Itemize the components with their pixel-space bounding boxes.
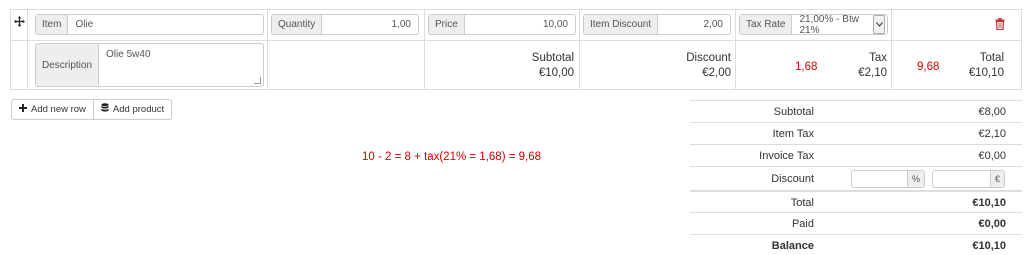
total-annotation: 9,68 <box>917 61 940 73</box>
calculation-note: 10 - 2 = 8 + tax(21% = 1,68) = 9,68 <box>362 151 542 163</box>
item-discount-label: Item Discount <box>584 15 659 34</box>
line-subtotal-value: €10,00 <box>538 67 574 79</box>
item-discount-group: Item Discount 2,00 <box>583 14 731 35</box>
totals-balance-label: Balance <box>771 240 814 252</box>
totals-invoice-tax-row: Invoice Tax €0,00 <box>690 144 1022 167</box>
add-new-row-button[interactable]: Add new row <box>12 100 93 119</box>
totals-invoice-tax-label: Invoice Tax <box>759 150 814 162</box>
tax-annotation: 1,68 <box>795 61 818 73</box>
totals-paid-row: Paid €0,00 <box>690 212 1022 235</box>
item-name-label: Item <box>36 15 69 34</box>
totals-subtotal-row: Subtotal €8,00 <box>690 100 1022 123</box>
column-divider <box>27 10 28 89</box>
line-total-label: Total <box>979 52 1004 64</box>
chevron-down-icon[interactable] <box>873 15 885 34</box>
totals-discount-row: Discount % € <box>690 166 1022 191</box>
tax-rate-group: Tax Rate 21,00% - Btw 21% <box>739 14 888 35</box>
totals-balance-value: €10,10 <box>972 240 1006 252</box>
description-text: Olie 5w40 <box>106 49 151 60</box>
price-group: Price 10,00 <box>428 14 576 35</box>
price-input[interactable]: 10,00 <box>465 15 575 34</box>
column-divider <box>424 10 425 89</box>
quantity-input[interactable]: 1,00 <box>322 15 418 34</box>
column-divider <box>735 10 736 89</box>
tax-rate-label: Tax Rate <box>740 15 793 34</box>
line-item-table: Item Olie Quantity 1,00 Price 10,00 Item… <box>10 9 1022 90</box>
price-label: Price <box>429 15 465 34</box>
discount-amount-input[interactable] <box>933 171 990 187</box>
discount-percent-group: % <box>851 170 925 188</box>
line-tax-label: Tax <box>869 52 887 64</box>
item-discount-input[interactable]: 2,00 <box>658 15 730 34</box>
totals-item-tax-label: Item Tax <box>772 128 814 140</box>
add-new-row-label: Add new row <box>31 104 86 115</box>
totals-total-value: €10,10 <box>972 197 1006 209</box>
totals-total-row: Total €10,10 <box>690 190 1022 213</box>
totals-total-label: Total <box>790 197 814 209</box>
add-product-label: Add product <box>112 104 165 115</box>
line-tax-value: €2,10 <box>858 67 887 79</box>
trash-icon[interactable] <box>995 18 1005 33</box>
description-label: Description <box>36 44 100 86</box>
row-actions-button-group: Add new row Add product <box>11 99 173 120</box>
discount-percent-input[interactable] <box>852 171 907 187</box>
totals-paid-value: €0,00 <box>978 218 1006 230</box>
totals-subtotal-value: €8,00 <box>978 106 1006 118</box>
totals-discount-label: Discount <box>771 173 814 185</box>
database-icon <box>101 103 109 116</box>
totals-invoice-tax-value: €0,00 <box>978 150 1006 162</box>
add-product-button[interactable]: Add product <box>92 100 171 119</box>
euro-addon: € <box>989 171 1004 187</box>
line-subtotal-label: Subtotal <box>531 52 574 64</box>
tax-rate-selected: 21,00% - Btw 21% <box>799 14 859 35</box>
column-divider <box>267 10 268 89</box>
line-discount-label: Discount <box>686 52 731 64</box>
totals-balance-row: Balance €10,10 <box>690 234 1022 255</box>
move-arrows-icon[interactable] <box>14 16 25 30</box>
totals-paid-label: Paid <box>791 218 814 230</box>
quantity-label: Quantity <box>272 15 323 34</box>
resize-grip-icon[interactable] <box>254 77 261 84</box>
totals-subtotal-label: Subtotal <box>773 106 814 118</box>
quantity-group: Quantity 1,00 <box>271 14 419 35</box>
plus-icon <box>19 104 27 115</box>
description-group: Description Olie 5w40 <box>35 43 264 87</box>
row-divider <box>11 40 1021 41</box>
line-discount-value: €2,00 <box>702 67 731 79</box>
discount-amount-group: € <box>932 170 1005 188</box>
line-total-value: €10,10 <box>968 67 1004 79</box>
tax-rate-select[interactable]: 21,00% - Btw 21% <box>792 15 887 34</box>
totals-item-tax-value: €2,10 <box>978 128 1006 140</box>
column-divider <box>891 10 892 89</box>
item-name-group: Item Olie <box>35 14 264 35</box>
item-name-input[interactable]: Olie <box>68 15 263 34</box>
column-divider <box>579 10 580 89</box>
percent-addon: % <box>906 171 924 187</box>
totals-item-tax-row: Item Tax €2,10 <box>690 122 1022 145</box>
description-textarea[interactable]: Olie 5w40 <box>99 44 263 86</box>
